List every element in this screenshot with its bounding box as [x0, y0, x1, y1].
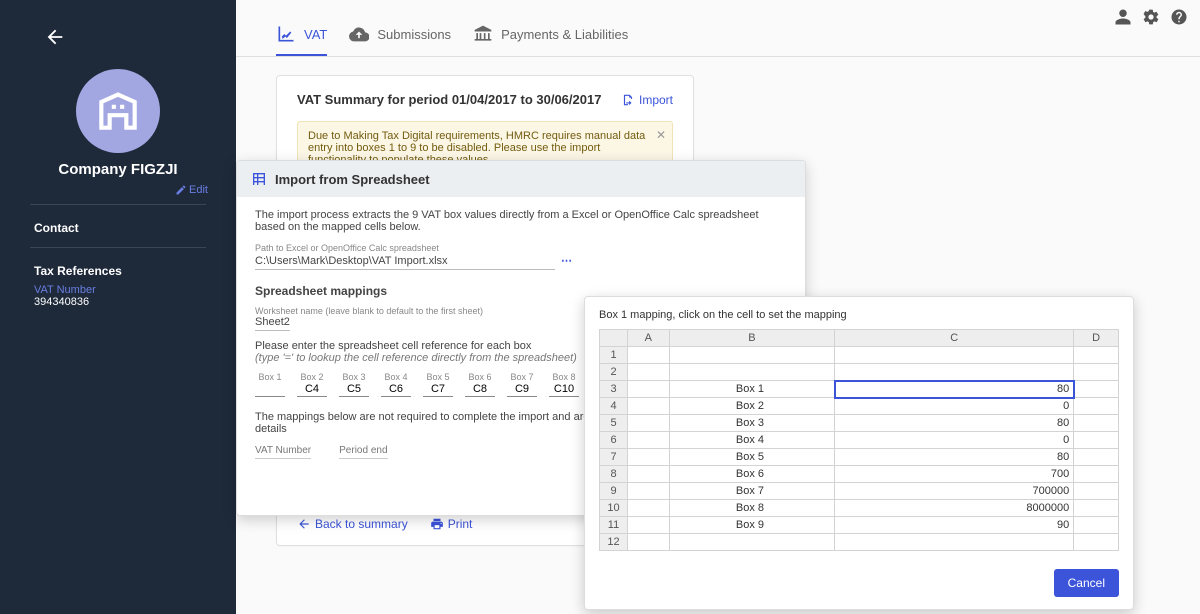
company-name: Company FIGZJI — [10, 161, 226, 178]
path-label: Path to Excel or OpenOffice Calc spreads… — [255, 243, 787, 253]
cell-picker-dialog: Box 1 mapping, click on the cell to set … — [584, 296, 1134, 610]
back-button[interactable] — [44, 26, 226, 51]
close-icon[interactable]: ✕ — [656, 128, 666, 142]
box-8-cell: Box 8 — [549, 372, 579, 397]
vat-number-mapping[interactable]: VAT Number — [255, 445, 311, 459]
box-2-input[interactable] — [297, 382, 327, 397]
col-header[interactable]: A — [628, 330, 670, 347]
col-header[interactable]: B — [669, 330, 835, 347]
box-4-input[interactable] — [381, 382, 411, 397]
cloud-upload-icon — [349, 24, 369, 44]
col-header[interactable]: D — [1074, 330, 1119, 347]
divider — [30, 247, 206, 248]
card-title: VAT Summary for period 01/04/2017 to 30/… — [297, 92, 601, 107]
print-icon — [430, 517, 444, 531]
tab-submissions[interactable]: Submissions — [349, 24, 451, 56]
browse-button[interactable]: ⋯ — [561, 255, 572, 267]
building-icon — [93, 86, 143, 136]
cell-cancel-button[interactable]: Cancel — [1054, 569, 1119, 597]
back-to-summary-link[interactable]: Back to summary — [297, 517, 408, 531]
col-header[interactable]: C — [835, 330, 1074, 347]
chart-icon — [276, 24, 296, 44]
vat-number-value: 394340836 — [10, 296, 226, 314]
tax-references-label: Tax References — [10, 258, 226, 284]
tabs: VAT Submissions Payments & Liabilities — [236, 0, 1200, 57]
arrow-left-icon — [44, 26, 66, 48]
company-logo — [76, 69, 160, 153]
sidebar: Company FIGZJI Edit Contact Tax Referenc… — [0, 0, 236, 614]
divider — [30, 204, 206, 205]
print-link[interactable]: Print — [430, 517, 473, 531]
import-intro: The import process extracts the 9 VAT bo… — [255, 209, 787, 233]
box-1-input[interactable] — [255, 382, 285, 397]
path-input[interactable]: C:\Users\Mark\Desktop\VAT Import.xlsx — [255, 253, 555, 270]
topbar — [1114, 8, 1188, 29]
box-4-cell: Box 4 — [381, 372, 411, 397]
box-7-cell: Box 7 — [507, 372, 537, 397]
box-7-input[interactable] — [507, 382, 537, 397]
edit-link[interactable]: Edit — [10, 182, 226, 196]
box-5-input[interactable] — [423, 382, 453, 397]
import-icon — [621, 93, 635, 107]
box-6-input[interactable] — [465, 382, 495, 397]
arrow-left-icon — [297, 517, 311, 531]
box-3-cell: Box 3 — [339, 372, 369, 397]
period-end-mapping[interactable]: Period end — [339, 445, 387, 459]
box-2-cell: Box 2 — [297, 372, 327, 397]
tab-payments[interactable]: Payments & Liabilities — [473, 24, 628, 56]
worksheet-input[interactable]: Sheet2 — [255, 314, 290, 331]
box-5-cell: Box 5 — [423, 372, 453, 397]
box-3-input[interactable] — [339, 382, 369, 397]
help-icon[interactable] — [1170, 8, 1188, 29]
box-6-cell: Box 6 — [465, 372, 495, 397]
box-1-cell: Box 1 — [255, 372, 285, 397]
account-icon[interactable] — [1114, 8, 1132, 29]
spreadsheet-grid: A B C D 1 2 3Box 180 4Box 20 5Box 380 6B… — [599, 329, 1119, 551]
spreadsheet-icon — [251, 171, 267, 187]
pencil-icon — [175, 184, 187, 196]
vat-number-label: VAT Number — [10, 284, 226, 296]
bank-icon — [473, 24, 493, 44]
settings-icon[interactable] — [1142, 8, 1160, 29]
selected-cell[interactable]: 80 — [835, 381, 1074, 398]
tab-vat[interactable]: VAT — [276, 24, 327, 56]
dialog-title-bar: Import from Spreadsheet — [237, 161, 805, 197]
import-link[interactable]: Import — [621, 93, 673, 107]
box-8-input[interactable] — [549, 382, 579, 397]
cell-dialog-title: Box 1 mapping, click on the cell to set … — [599, 309, 1119, 321]
contact-label[interactable]: Contact — [10, 215, 226, 241]
